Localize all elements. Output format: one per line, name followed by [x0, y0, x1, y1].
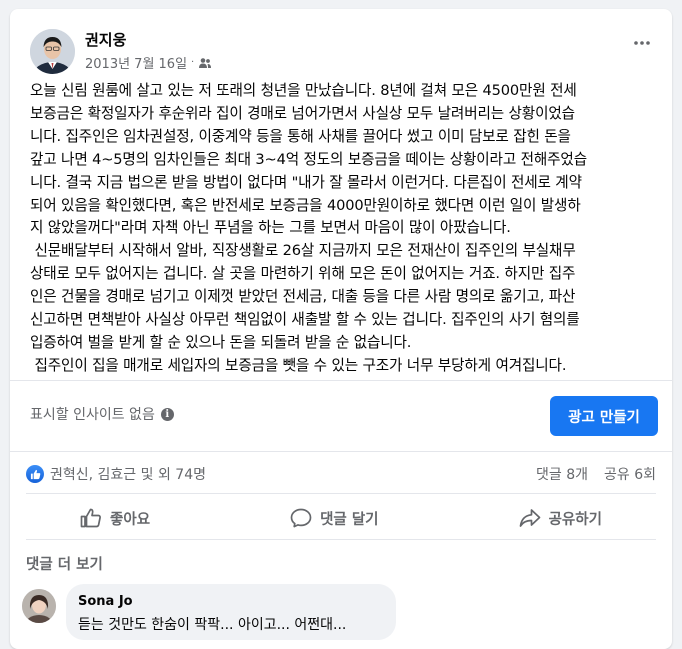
reactions-text[interactable]: 권혁신, 김효근 및 외 74명	[50, 464, 206, 484]
like-label: 좋아요	[110, 511, 151, 528]
post-body: 오늘 신림 원룸에 살고 있는 저 또래의 청년을 만났습니다. 8년에 걸쳐 …	[30, 82, 587, 374]
profile-photo	[30, 29, 75, 74]
divider	[26, 539, 656, 540]
divider	[10, 380, 672, 381]
post-card: 권지웅 2013년 7월 16일 · 오늘 신림 원룸에 살고 있는 저 또래의…	[10, 9, 672, 649]
post-meta: 2013년 7월 16일 ·	[85, 53, 212, 72]
view-more-comments-link[interactable]: 댓글 더 보기	[26, 553, 103, 574]
post-date[interactable]: 2013년 7월 16일	[85, 53, 187, 72]
comment-author[interactable]: Sona Jo	[78, 594, 133, 609]
divider	[10, 451, 672, 452]
share-button[interactable]: 공유하기	[505, 502, 616, 535]
comment-label: 댓글 달기	[320, 511, 379, 528]
thumbs-up-icon	[80, 508, 101, 528]
comments-count[interactable]: 댓글 8개	[536, 464, 588, 484]
share-icon	[519, 509, 540, 527]
comment-icon	[290, 508, 312, 528]
commenter-photo	[22, 589, 56, 623]
like-reaction-icon	[26, 465, 44, 483]
info-icon[interactable]: i	[160, 407, 174, 421]
reactions-summary[interactable]: 권혁신, 김효근 및 외 74명	[26, 464, 206, 484]
like-button[interactable]: 좋아요	[66, 502, 164, 535]
meta-separator: ·	[191, 57, 195, 68]
friends-icon[interactable]	[198, 57, 212, 69]
share-label: 공유하기	[548, 511, 602, 528]
commenter-avatar[interactable]	[22, 589, 56, 623]
comment-bubble: Sona Jo 듣는 것만도 한숨이 팍팍... 아이고... 어쩐대...	[66, 584, 396, 640]
post-actions: 좋아요 댓글 달기 공유하기	[10, 499, 672, 537]
create-ad-button[interactable]: 광고 만들기	[550, 396, 658, 436]
author-avatar[interactable]	[30, 29, 75, 74]
engagement-counts: 댓글 8개 공유 6회	[536, 464, 656, 484]
insights-status: 표시할 인사이트 없음 i	[30, 404, 174, 424]
comment-button[interactable]: 댓글 달기	[276, 502, 392, 535]
more-options-icon[interactable]	[628, 29, 656, 57]
shares-count[interactable]: 공유 6회	[604, 464, 656, 484]
comment-text: 듣는 것만도 한숨이 팍팍... 아이고... 어쩐대...	[78, 617, 347, 633]
divider	[26, 493, 656, 494]
insights-label: 표시할 인사이트 없음	[30, 407, 155, 423]
author-name[interactable]: 권지웅	[85, 29, 126, 50]
